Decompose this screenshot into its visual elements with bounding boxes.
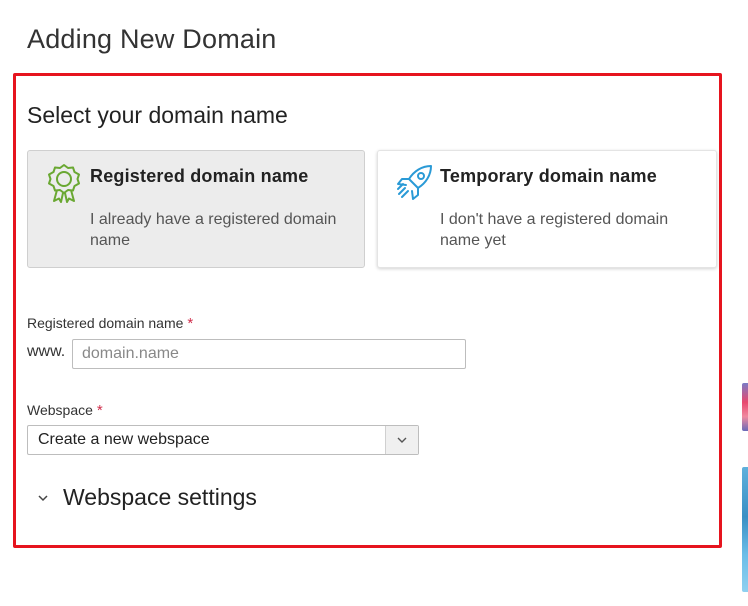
chevron-down-icon[interactable]: [385, 426, 418, 454]
www-prefix: www.: [27, 343, 66, 360]
option-registered-domain[interactable]: Registered domain name I already have a …: [27, 150, 365, 268]
domain-label-text: Registered domain name: [27, 315, 184, 331]
required-mark: *: [187, 315, 194, 332]
option-title: Registered domain name: [90, 166, 309, 186]
rocket-icon: [396, 163, 432, 203]
option-description: I already have a registered domain name: [90, 211, 337, 249]
webspace-label-text: Webspace: [27, 402, 93, 418]
option-description: I don't have a registered domain name ye…: [440, 211, 669, 249]
adding-domain-page: Adding New Domain Select your domain nam…: [0, 0, 748, 606]
side-banner-image: [742, 467, 748, 592]
option-temporary-domain[interactable]: Temporary domain name I don't have a reg…: [377, 150, 717, 268]
webspace-select-value: Create a new webspace: [38, 431, 210, 448]
chevron-down-icon: [35, 490, 51, 506]
highlight-frame: [13, 73, 722, 548]
domain-name-input[interactable]: [72, 339, 466, 369]
side-banner-image: [742, 383, 748, 431]
required-mark: *: [96, 402, 103, 419]
webspace-select[interactable]: Create a new webspace: [27, 425, 419, 455]
award-ribbon-icon: [46, 163, 82, 203]
webspace-settings-toggle[interactable]: Webspace settings: [35, 484, 257, 511]
domain-field-label: Registered domain name *: [27, 315, 193, 332]
webspace-settings-label: Webspace settings: [63, 484, 257, 510]
webspace-field-label: Webspace *: [27, 402, 103, 419]
page-title: Adding New Domain: [27, 24, 277, 54]
option-title: Temporary domain name: [440, 166, 657, 186]
section-title: Select your domain name: [27, 102, 288, 128]
